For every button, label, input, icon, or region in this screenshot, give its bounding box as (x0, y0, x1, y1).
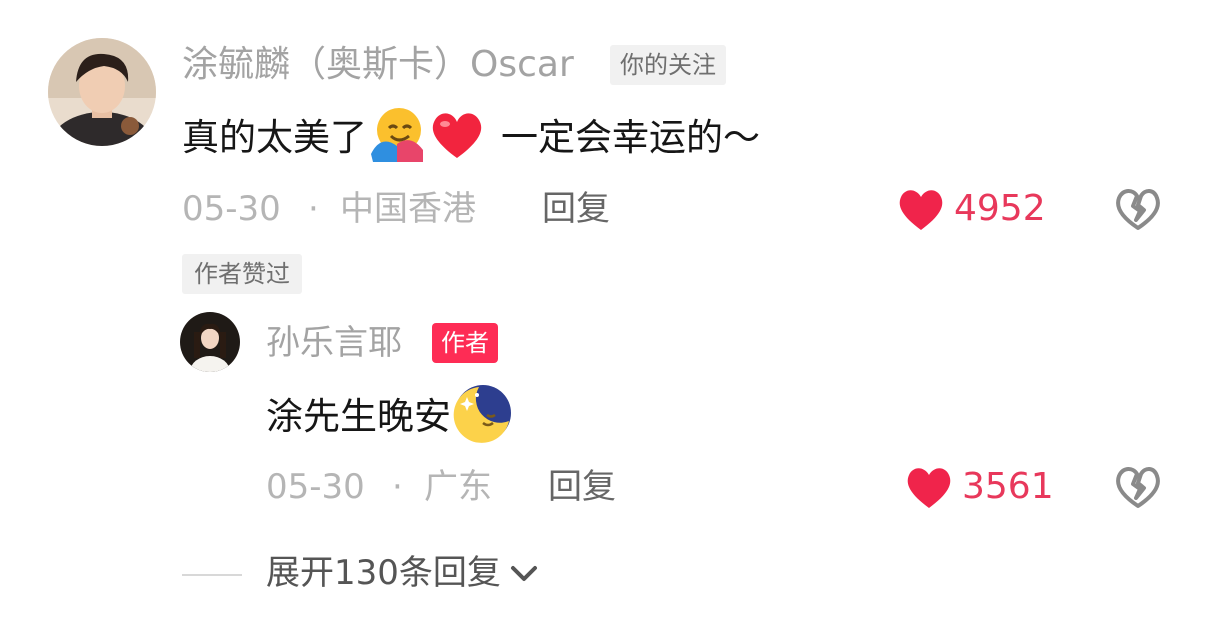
comment-location: 中国香港 (340, 189, 476, 229)
comment-text-part1: 真的太美了 (182, 116, 367, 159)
author-tag: 作者 (432, 323, 498, 363)
commenter-username[interactable]: 涂毓麟（奥斯卡）Oscar (182, 42, 574, 88)
commenter-avatar[interactable] (48, 38, 156, 146)
chevron-down-icon (507, 556, 541, 590)
comment-text-part2: 一定会幸运的～ (501, 116, 760, 159)
comment-text: 真的太美了 一定会幸运的～ (182, 104, 760, 164)
reply-location: 广东 (424, 467, 492, 507)
reply-like-count: 3561 (962, 466, 1054, 507)
author-liked-tag: 作者赞过 (182, 254, 302, 294)
reply-text-main: 涂先生晚安 (266, 395, 451, 438)
reply-text: 涂先生晚安 (266, 382, 513, 444)
reply-reply-button[interactable]: 回复 (548, 464, 616, 510)
comment-like-count: 4952 (954, 188, 1046, 229)
comment-separator: · (308, 189, 319, 229)
reply-date: 05-30 (266, 467, 365, 507)
following-tag: 你的关注 (610, 45, 726, 85)
heart-filled-icon[interactable] (904, 464, 954, 510)
broken-heart-icon[interactable] (1114, 464, 1162, 510)
hugging-face-emoji-icon (367, 104, 427, 164)
sleeping-moon-emoji-icon (453, 383, 513, 443)
red-heart-emoji-icon (427, 104, 487, 164)
expand-replies-button[interactable]: 展开130条回复 (266, 550, 541, 596)
expand-divider (182, 574, 242, 576)
comment-reply-button[interactable]: 回复 (542, 186, 610, 232)
broken-heart-icon[interactable] (1114, 186, 1162, 232)
replier-avatar[interactable] (180, 312, 240, 372)
expand-replies-label: 展开130条回复 (266, 553, 501, 593)
heart-filled-icon[interactable] (896, 186, 946, 232)
comment-date: 05-30 (182, 189, 281, 229)
replier-username[interactable]: 孙乐言耶 (266, 320, 402, 366)
reply-separator: · (392, 467, 403, 507)
